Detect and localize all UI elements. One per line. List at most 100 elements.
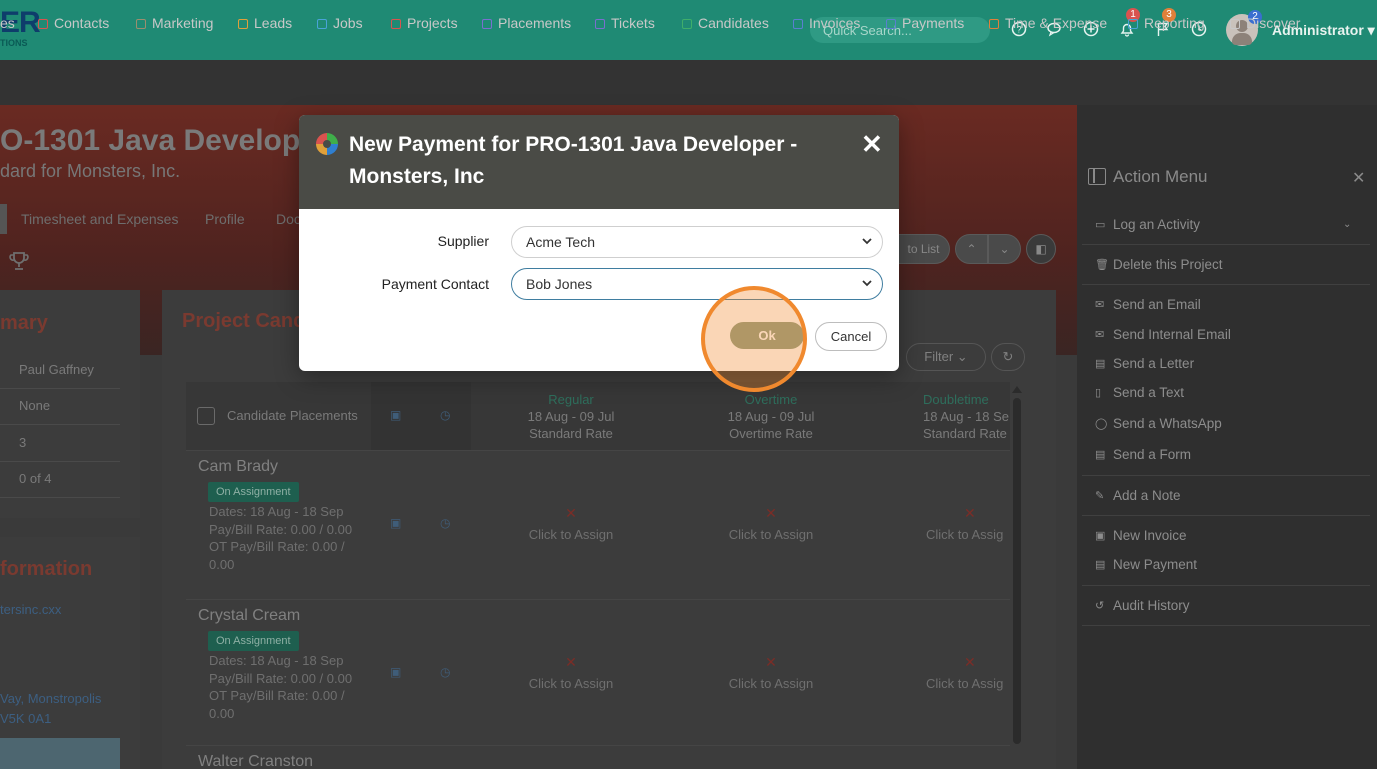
sidebar-panel-icon	[1088, 168, 1106, 185]
divider	[1082, 284, 1370, 285]
divider	[0, 461, 120, 462]
action-send-internal-email[interactable]: Send Internal Email	[1113, 327, 1231, 342]
clock-icon[interactable]: ◷	[440, 665, 450, 679]
click-to-assign-link[interactable]: Click to Assig	[871, 676, 1011, 691]
nav-item-jobs[interactable]: Jobs	[317, 15, 363, 31]
scroll-up-arrow[interactable]	[1012, 386, 1022, 393]
clock-icon[interactable]: ◷	[440, 516, 450, 530]
select-all-checkbox[interactable]	[197, 407, 215, 425]
nav-item-es[interactable]: es	[0, 15, 15, 31]
tab-active-indicator[interactable]	[0, 204, 7, 234]
log-activity-icon: ▭	[1095, 219, 1106, 231]
candidate-name[interactable]: Walter Cranston	[198, 753, 313, 769]
new-payment-icon: ▤	[1095, 559, 1106, 571]
app-logo-icon	[316, 133, 338, 155]
payment-contact-label: Payment Contact	[381, 276, 489, 292]
new-invoice-icon: ▣	[1095, 530, 1106, 542]
click-to-assign-link[interactable]: Click to Assig	[871, 527, 1011, 542]
rate-column-dates: 18 Aug - 09 Jul	[727, 409, 815, 424]
trophy-icon[interactable]	[8, 250, 30, 278]
dialog-close-icon[interactable]: ✕	[861, 131, 883, 157]
action-send-text[interactable]: Send a Text	[1113, 385, 1184, 400]
click-to-assign-link[interactable]: Click to Assign	[471, 527, 671, 542]
briefcase-icon[interactable]: ▣	[390, 516, 401, 530]
click-to-assign-link[interactable]: Click to Assign	[471, 676, 671, 691]
unassigned-icon: ✕	[964, 505, 976, 521]
action-log-activity[interactable]: Log an Activity	[1113, 217, 1200, 232]
briefcase-icon[interactable]: ▣	[390, 665, 401, 679]
nav-item-invoices[interactable]: Invoices	[793, 15, 860, 31]
supplier-label: Supplier	[437, 233, 489, 249]
filter-label: Filter ⌄	[924, 349, 968, 364]
table-scrollbar[interactable]	[1013, 398, 1021, 744]
action-send-whatsapp[interactable]: Send a WhatsApp	[1113, 416, 1222, 431]
nav-label: Invoices	[809, 15, 861, 31]
nav-item-reporting[interactable]: Reporting	[1128, 15, 1205, 31]
nav-item-marketing[interactable]: Marketing	[136, 15, 213, 31]
nav-item-discover[interactable]: Discover	[1230, 15, 1300, 31]
nav-item-payments[interactable]: Payments	[886, 15, 964, 31]
rate-column-header[interactable]: Regular 18 Aug - 09 Jul Standard Rate	[471, 391, 671, 442]
nav-item-candidates[interactable]: Candidates	[682, 15, 769, 31]
back-to-list-button[interactable]: to List	[898, 234, 950, 264]
action-new-invoice[interactable]: New Invoice	[1113, 528, 1187, 543]
nav-label: Contacts	[54, 15, 110, 31]
nav-label: es	[0, 15, 15, 31]
candidate-dates: Dates: 18 Aug - 18 Sep	[209, 504, 344, 519]
unassigned-icon: ✕	[964, 654, 976, 670]
status-badge: On Assignment	[208, 631, 299, 651]
supplier-select[interactable]: Acme Tech	[511, 226, 883, 258]
close-icon[interactable]: ✕	[1352, 168, 1365, 188]
candidate-name[interactable]: Crystal Cream	[198, 607, 300, 625]
add-note-icon: ✎	[1095, 490, 1105, 502]
delete-project-icon: 🗑	[1095, 259, 1109, 271]
divider	[0, 388, 120, 389]
address-link[interactable]: Vay, Monstropolis	[0, 691, 101, 706]
nav-icon	[1128, 19, 1138, 29]
action-send-email[interactable]: Send an Email	[1113, 297, 1201, 312]
briefcase-icon[interactable]: ▣	[390, 408, 401, 422]
nav-item-time-expense[interactable]: Time & Expense	[989, 15, 1107, 31]
rate-column-header[interactable]: Doubletime 18 Aug - 18 Se Standard Rate	[871, 391, 1011, 442]
panel-toggle-icon[interactable]: ◧	[1026, 234, 1056, 264]
candidate-ot: OT Pay/Bill Rate: 0.00 / 0.00	[209, 688, 345, 721]
nav-label: Tickets	[611, 15, 655, 31]
new-payment-dialog: New Payment for PRO-1301 Java Developer …	[299, 115, 899, 371]
click-to-assign-link[interactable]: Click to Assign	[671, 527, 871, 542]
rate-column-header[interactable]: Overtime 18 Aug - 09 Jul Overtime Rate	[671, 391, 871, 442]
website-link[interactable]: tersinc.cxx	[0, 602, 61, 617]
action-menu-panel	[1077, 105, 1377, 769]
nav-item-placements[interactable]: Placements	[482, 15, 571, 31]
clock-icon[interactable]: ◷	[440, 408, 450, 422]
candidate-name[interactable]: Cam Brady	[198, 458, 278, 476]
postal-code-link[interactable]: V5K 0A1	[0, 711, 51, 726]
action-new-payment[interactable]: New Payment	[1113, 557, 1197, 572]
nav-item-contacts[interactable]: Contacts	[38, 15, 109, 31]
nav-item-projects[interactable]: Projects	[391, 15, 458, 31]
action-audit-history[interactable]: Audit History	[1113, 598, 1190, 613]
chevron-down-icon[interactable]: ⌄	[1343, 219, 1351, 230]
nav-item-leads[interactable]: Leads	[238, 15, 292, 31]
previous-record-button[interactable]: ⌃	[955, 234, 988, 264]
send-letter-icon: ▤	[1095, 358, 1106, 370]
status-badge: On Assignment	[208, 482, 299, 502]
cancel-button[interactable]: Cancel	[815, 322, 887, 351]
nav-item-tickets[interactable]: Tickets	[595, 15, 655, 31]
action-send-letter[interactable]: Send a Letter	[1113, 356, 1194, 371]
left-card-button[interactable]	[0, 738, 120, 769]
tab-documents[interactable]: Doc	[276, 211, 301, 227]
nav-icon	[482, 19, 492, 29]
summary-value: 3	[19, 435, 27, 450]
candidate-details: Dates: 18 Aug - 18 Sep Pay/Bill Rate: 0.0…	[209, 652, 359, 722]
next-record-button[interactable]: ⌄	[988, 234, 1021, 264]
action-delete-project[interactable]: Delete this Project	[1113, 257, 1223, 272]
click-to-assign-link[interactable]: Click to Assign	[671, 676, 871, 691]
tab-timesheet[interactable]: Timesheet and Expenses	[21, 211, 178, 227]
refresh-icon[interactable]: ↻	[991, 343, 1025, 371]
payment-contact-select[interactable]: Bob Jones	[511, 268, 883, 300]
action-add-note[interactable]: Add a Note	[1113, 488, 1181, 503]
filter-button[interactable]: Filter ⌄	[906, 343, 986, 371]
tab-profile[interactable]: Profile	[205, 211, 245, 227]
candidate-ot: OT Pay/Bill Rate: 0.00 / 0.00	[209, 539, 345, 572]
action-send-form[interactable]: Send a Form	[1113, 447, 1191, 462]
